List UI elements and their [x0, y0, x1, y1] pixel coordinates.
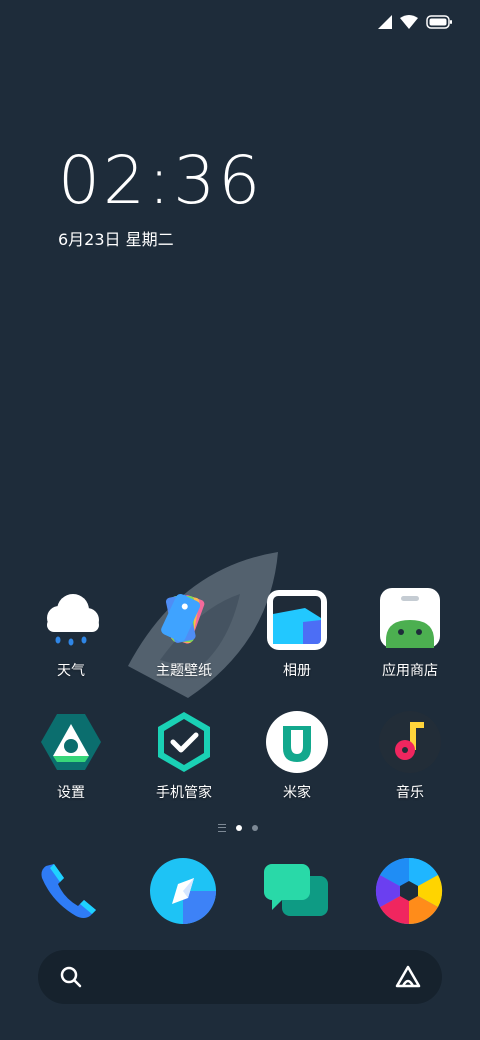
security-icon: [152, 710, 216, 774]
weather-icon: [39, 588, 103, 652]
wifi-icon: [400, 15, 418, 29]
app-music[interactable]: 音乐: [360, 710, 460, 802]
mi-home-icon: [265, 710, 329, 774]
battery-icon: [426, 15, 452, 29]
app-label: 手机管家: [156, 785, 212, 801]
cellular-signal-icon: [378, 15, 392, 29]
app-settings[interactable]: 设置: [21, 710, 121, 802]
search-bar[interactable]: [38, 950, 442, 1004]
phone-icon: [41, 864, 96, 918]
music-icon: [378, 710, 442, 774]
browser-icon: [150, 858, 216, 924]
assistant-icon[interactable]: [394, 964, 422, 990]
status-bar: [378, 12, 452, 32]
dock-camera[interactable]: [374, 856, 444, 926]
dock-browser[interactable]: [148, 856, 218, 926]
app-label: 设置: [57, 785, 85, 801]
app-store[interactable]: 应用商店: [360, 588, 460, 680]
app-label: 应用商店: [382, 663, 438, 679]
app-label: 主题壁纸: [156, 663, 212, 679]
app-weather[interactable]: 天气: [21, 588, 121, 680]
app-label: 音乐: [396, 785, 424, 801]
dock-messages[interactable]: [262, 856, 332, 926]
page-indicator-lines[interactable]: [218, 824, 226, 832]
app-label: 天气: [57, 663, 85, 679]
settings-icon: [39, 710, 103, 774]
lockscreen-clock[interactable]: 02:36: [58, 148, 263, 214]
page-indicator[interactable]: [218, 824, 258, 832]
app-security[interactable]: 手机管家: [134, 710, 234, 802]
search-icon[interactable]: [60, 966, 82, 988]
page-dot[interactable]: [252, 825, 258, 831]
themes-icon: [152, 588, 216, 652]
dock-phone[interactable]: [36, 856, 106, 926]
camera-icon: [375, 857, 443, 925]
app-store-icon: [378, 588, 442, 652]
date-label[interactable]: 6月23日 星期二: [58, 226, 174, 250]
gallery-icon: [265, 588, 329, 652]
app-gallery[interactable]: 相册: [247, 588, 347, 680]
messages-icon: [264, 864, 328, 916]
app-label: 相册: [283, 663, 311, 679]
app-themes[interactable]: 主题壁纸: [134, 588, 234, 680]
app-mi-home[interactable]: 米家: [247, 710, 347, 802]
app-label: 米家: [283, 785, 311, 801]
page-dot-active[interactable]: [236, 825, 242, 831]
